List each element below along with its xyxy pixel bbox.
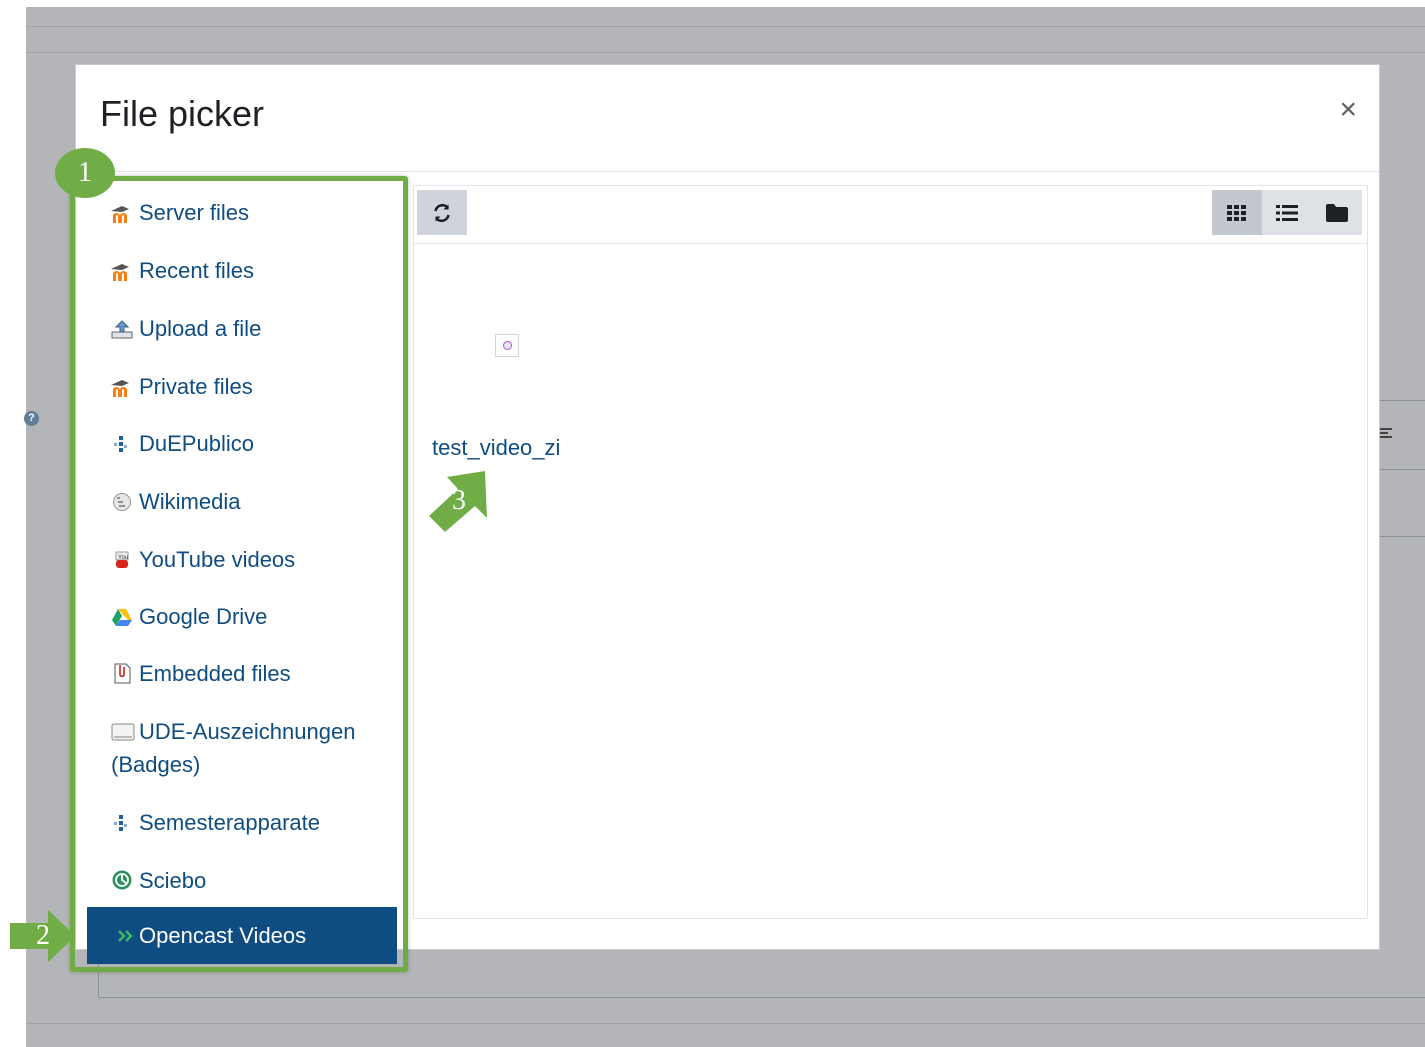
annotation-arrow-3: 3 [425,468,493,534]
annotation-arrow-2: 2 [10,910,76,962]
file-content-panel: test_video_zi [413,185,1368,919]
view-switcher [1212,190,1362,235]
file-toolbar [414,186,1367,244]
refresh-button[interactable] [417,190,467,235]
modal-header: File picker × [76,65,1379,172]
backdrop-divider [26,52,1425,53]
icon-view-button[interactable] [1212,190,1262,235]
backdrop-divider [26,26,1425,27]
grid-icon [1227,204,1246,221]
video-file-icon[interactable] [495,334,519,357]
file-name-link[interactable]: test_video_zi [432,435,560,461]
backdrop-divider [26,1023,1425,1024]
help-icon: ? [24,411,39,426]
folder-icon [1326,203,1348,222]
list-icon [1276,204,1298,221]
annotation-badge-1: 1 [55,148,115,198]
refresh-icon [434,203,450,222]
badge-number: 1 [78,157,92,188]
badge-number: 2 [36,920,50,951]
list-view-button[interactable] [1262,190,1312,235]
modal-title: File picker [100,93,265,134]
tree-view-button[interactable] [1312,190,1362,235]
align-left-icon [1380,428,1396,442]
annotation-highlight-box [70,176,408,972]
close-button[interactable]: × [1339,95,1357,125]
badge-number: 3 [452,485,466,516]
